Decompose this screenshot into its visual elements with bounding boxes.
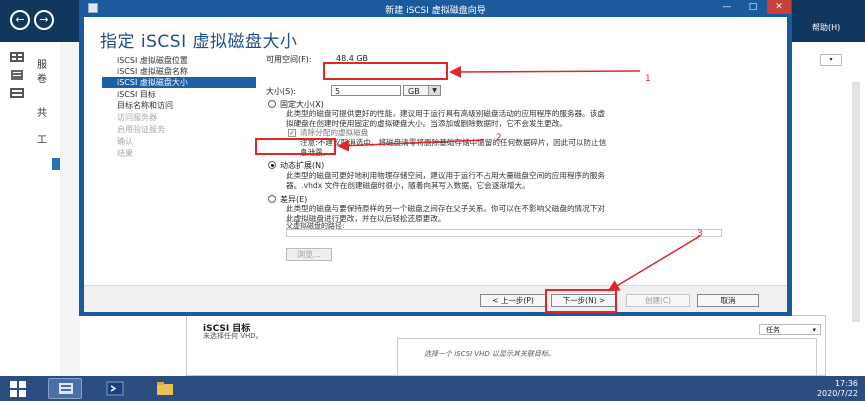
arrow-1: [449, 65, 641, 78]
annotation-label-2: 2: [496, 133, 502, 143]
arrow-2: [337, 139, 485, 152]
annotation-label-3: 3: [697, 229, 703, 239]
sidebar-label-iscsi[interactable]: iSC: [37, 117, 53, 128]
annotation-arrows: [337, 65, 701, 292]
arrow-3: [607, 235, 701, 292]
annotation-label-1: 1: [645, 74, 651, 84]
